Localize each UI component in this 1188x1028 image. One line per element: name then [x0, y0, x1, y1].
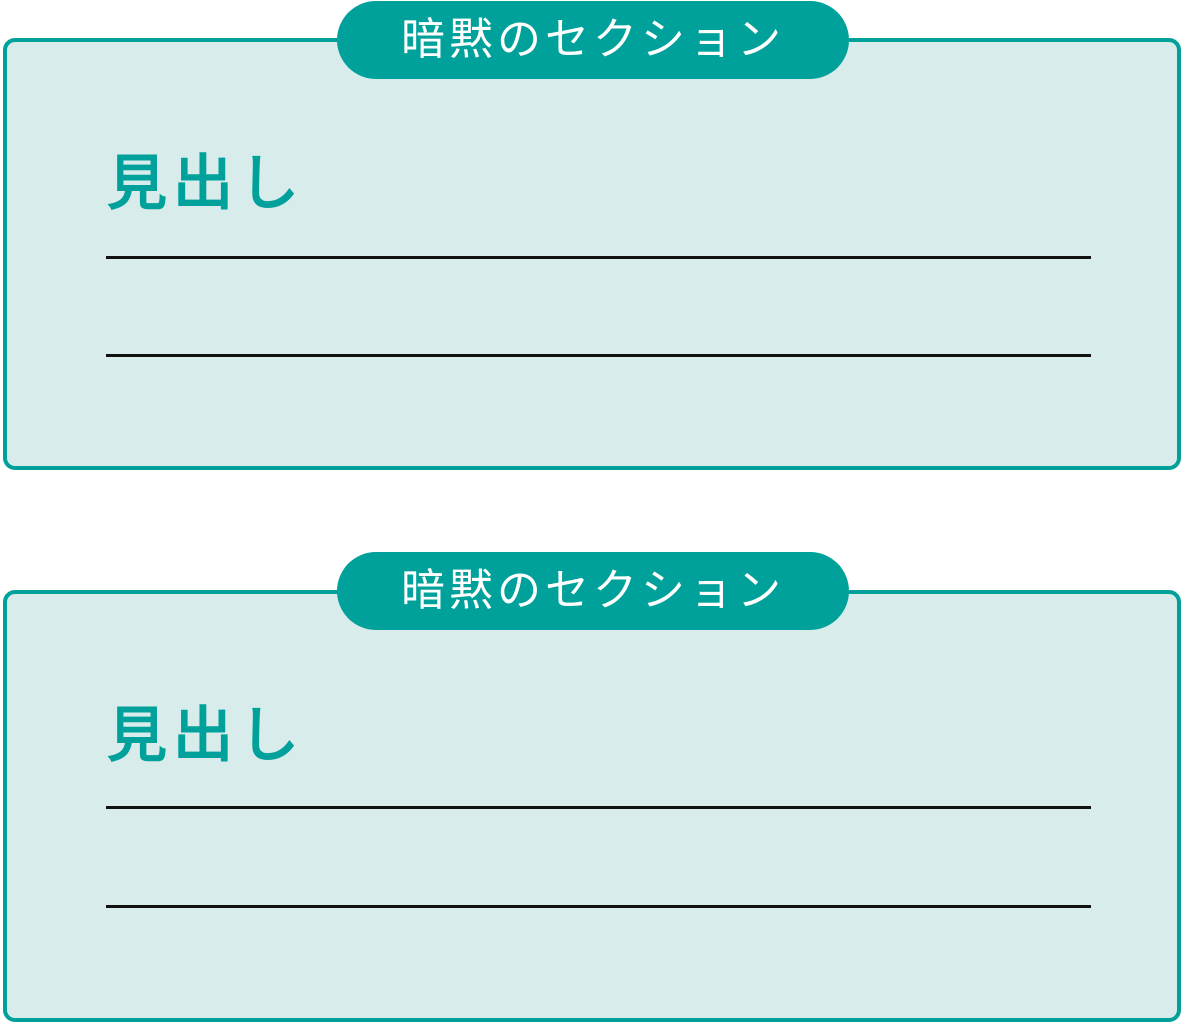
- content-line: [106, 354, 1091, 357]
- section-heading: 見出し: [107, 149, 305, 219]
- content-line: [106, 905, 1091, 908]
- content-line: [106, 806, 1091, 809]
- section-label-pill: 暗黙のセクション: [337, 1, 849, 79]
- section-heading: 見出し: [107, 701, 305, 771]
- implicit-section-box: 見出し: [3, 38, 1181, 470]
- section-label-pill: 暗黙のセクション: [337, 552, 849, 630]
- content-line: [106, 256, 1091, 259]
- implicit-section-box: 見出し: [3, 590, 1181, 1022]
